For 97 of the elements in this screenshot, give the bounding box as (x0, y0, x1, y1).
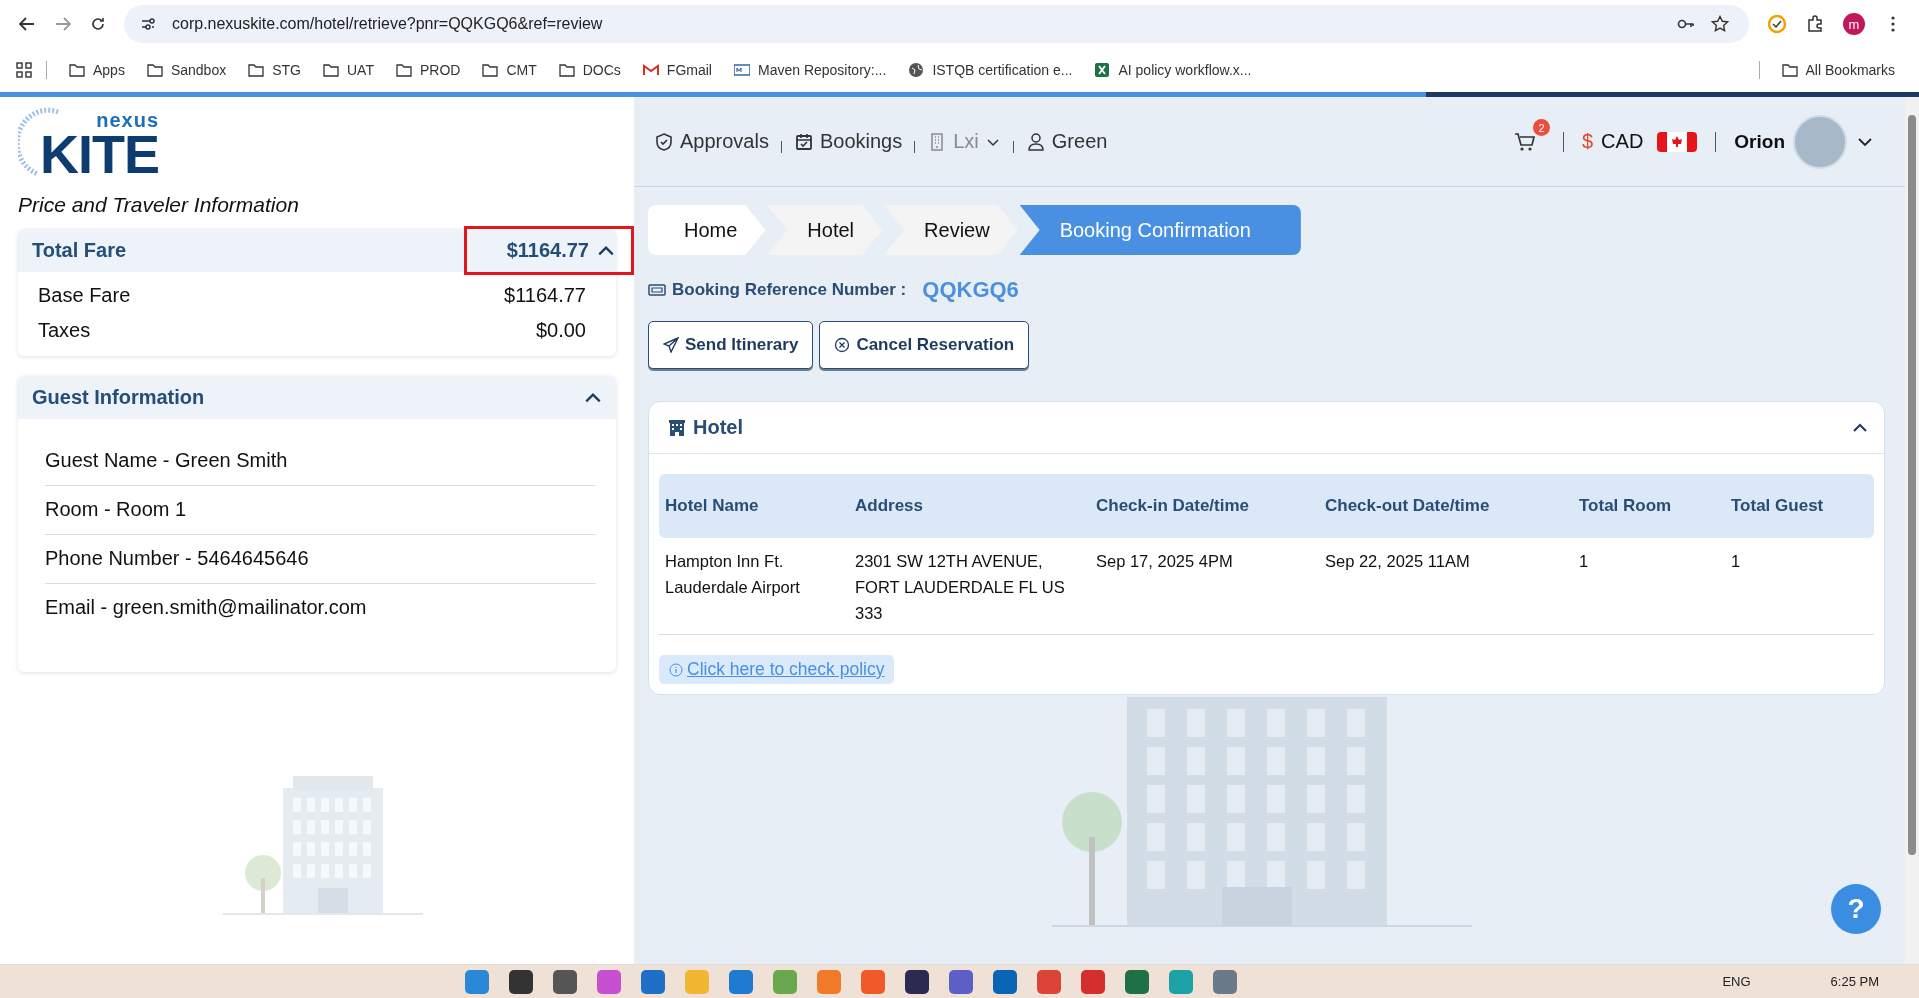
bookmark[interactable]: PROD (387, 58, 469, 82)
taskbar-app-icon[interactable] (553, 969, 578, 994)
table-cell-text: Hampton Inn Ft. Lauderdale Airport (664, 551, 801, 598)
reference-number: QQKGQ6 (922, 277, 1019, 303)
user-icon (1025, 131, 1046, 152)
taskbar-app-icon[interactable] (1125, 969, 1150, 994)
folder-icon (146, 62, 163, 78)
guest-title: Guest Information (32, 386, 205, 409)
bookmark[interactable]: STG (240, 58, 309, 82)
folder-icon (323, 62, 339, 78)
currency-selector[interactable]: CAD (1601, 130, 1644, 153)
shield-check-icon (654, 131, 674, 152)
fare-value: $0.00 (535, 319, 586, 342)
column-header: Address (854, 496, 925, 516)
guest-detail: Email - green.smith@mailinator.com (45, 595, 368, 620)
star-icon[interactable] (1711, 15, 1729, 33)
taskbar-app-icon[interactable] (509, 969, 534, 994)
puzzle-icon[interactable] (1805, 14, 1825, 34)
logo-text: nexus (96, 111, 159, 129)
folder-icon (482, 62, 499, 78)
url-text: corp.nexuskite.com/hotel/retrieve?pnr=QQKGQ6&ref=review (172, 15, 603, 33)
hotel-section-title: Hotel (693, 416, 743, 439)
column-header: Total Room (1578, 496, 1673, 516)
ticket-icon (648, 281, 666, 299)
scrollbar-thumb[interactable] (1908, 115, 1916, 855)
bookmark[interactable]: DOCs (550, 58, 629, 82)
extension-badge-icon[interactable] (1767, 14, 1787, 34)
table-cell-text: Sep 17, 2025 4PM (1095, 551, 1234, 572)
bookmark[interactable]: AI policy workflow.x... (1086, 58, 1260, 82)
send-itinerary-button[interactable]: Send Itinerary (648, 321, 814, 369)
column-header: Total Guest (1730, 496, 1825, 516)
cart-count-badge: 2 (1532, 119, 1550, 136)
taskbar-app-icon[interactable] (905, 969, 930, 994)
logo-wordmark: KITE (40, 129, 159, 179)
nav-link[interactable]: Approvals (654, 130, 769, 153)
nav-link[interactable]: Green (1025, 130, 1108, 153)
bookmark[interactable]: ISTQB certification e... (900, 58, 1081, 82)
calendar-icon (793, 131, 814, 152)
all-bookmarks[interactable]: All Bookmarks (1773, 58, 1903, 82)
nav-link[interactable]: Bookings (793, 130, 903, 153)
folder-icon (395, 62, 412, 78)
breadcrumb-step[interactable]: Hotel (767, 205, 883, 255)
bookmark[interactable]: UAT (315, 58, 382, 82)
bookmark[interactable]: Maven Repository:... (726, 58, 895, 82)
clock-time[interactable]: 6:25 PM (1830, 974, 1879, 989)
folder-icon (248, 62, 265, 78)
folder-icon (69, 62, 85, 78)
breadcrumb-step[interactable]: Review (884, 205, 1018, 255)
chevron-up-icon[interactable] (597, 244, 615, 257)
reference-label: Booking Reference Number : (672, 280, 907, 300)
info-icon (669, 662, 683, 677)
column-header: Check-in Date/time (1095, 496, 1251, 516)
site-logo-icon (734, 62, 750, 78)
breadcrumb-step[interactable]: Home (648, 205, 766, 255)
bookmark[interactable]: Sandbox (138, 58, 235, 82)
guest-detail: Phone Number - 5464645646 (45, 535, 596, 584)
guest-detail: Guest Name - Green Smith (45, 437, 596, 486)
chevron-up-icon[interactable] (584, 391, 602, 404)
table-cell-text: 2301 SW 12TH AVENUE, FORT LAUDERDALE FL US 333 (854, 551, 1066, 624)
cancel-icon (834, 337, 851, 353)
chevron-up-icon[interactable] (1852, 422, 1868, 433)
currency-symbol: $ (1581, 130, 1594, 153)
forward-icon[interactable] (54, 15, 72, 33)
bookmark[interactable]: FGmail (634, 58, 720, 82)
apps-grid-icon[interactable] (16, 62, 32, 78)
table-cell-text: 1 (1730, 551, 1742, 572)
flag-icon (1657, 131, 1698, 152)
table-cell-text: Sep 22, 2025 11AM (1324, 551, 1471, 572)
spreadsheet-icon (1094, 62, 1111, 78)
scrollbar[interactable] (1905, 97, 1919, 964)
guest-detail: Room - Room 1 (45, 486, 596, 535)
folder-icon (558, 62, 575, 78)
back-icon[interactable] (18, 15, 36, 33)
site-settings-icon[interactable] (140, 16, 156, 32)
folder-icon (1781, 62, 1798, 78)
column-header: Hotel Name (664, 496, 760, 516)
bookmark[interactable]: Apps (61, 58, 133, 82)
globe-icon (908, 62, 925, 78)
section-title: Price and Traveler Information (18, 193, 300, 217)
table-cell-text: 1 (1578, 551, 1590, 572)
profile-avatar[interactable]: m (1843, 13, 1865, 35)
total-fare-amount[interactable]: $1164.77 (463, 226, 634, 275)
bookmark[interactable]: CMT (474, 58, 545, 82)
send-icon (663, 337, 679, 353)
fare-label: Taxes (38, 319, 91, 342)
language-indicator[interactable]: ENG (1722, 974, 1751, 989)
column-header: Check-out Date/time (1324, 496, 1491, 516)
taskbar-app-icon[interactable] (993, 969, 1018, 994)
user-name[interactable]: Orion (1734, 130, 1785, 153)
hotel-building-icon (667, 417, 687, 438)
total-fare-label: Total Fare (32, 239, 127, 262)
fare-value: $1164.77 (504, 284, 586, 307)
cancel-reservation-button[interactable]: Cancel Reservation (819, 321, 1030, 369)
reload-icon[interactable] (90, 16, 106, 32)
address-bar[interactable]: corp.nexuskite.com/hotel/retrieve?pnr=QQKGQ6&ref=review (124, 5, 1749, 43)
fare-label: Base Fare (38, 284, 131, 307)
mail-icon (642, 62, 659, 78)
